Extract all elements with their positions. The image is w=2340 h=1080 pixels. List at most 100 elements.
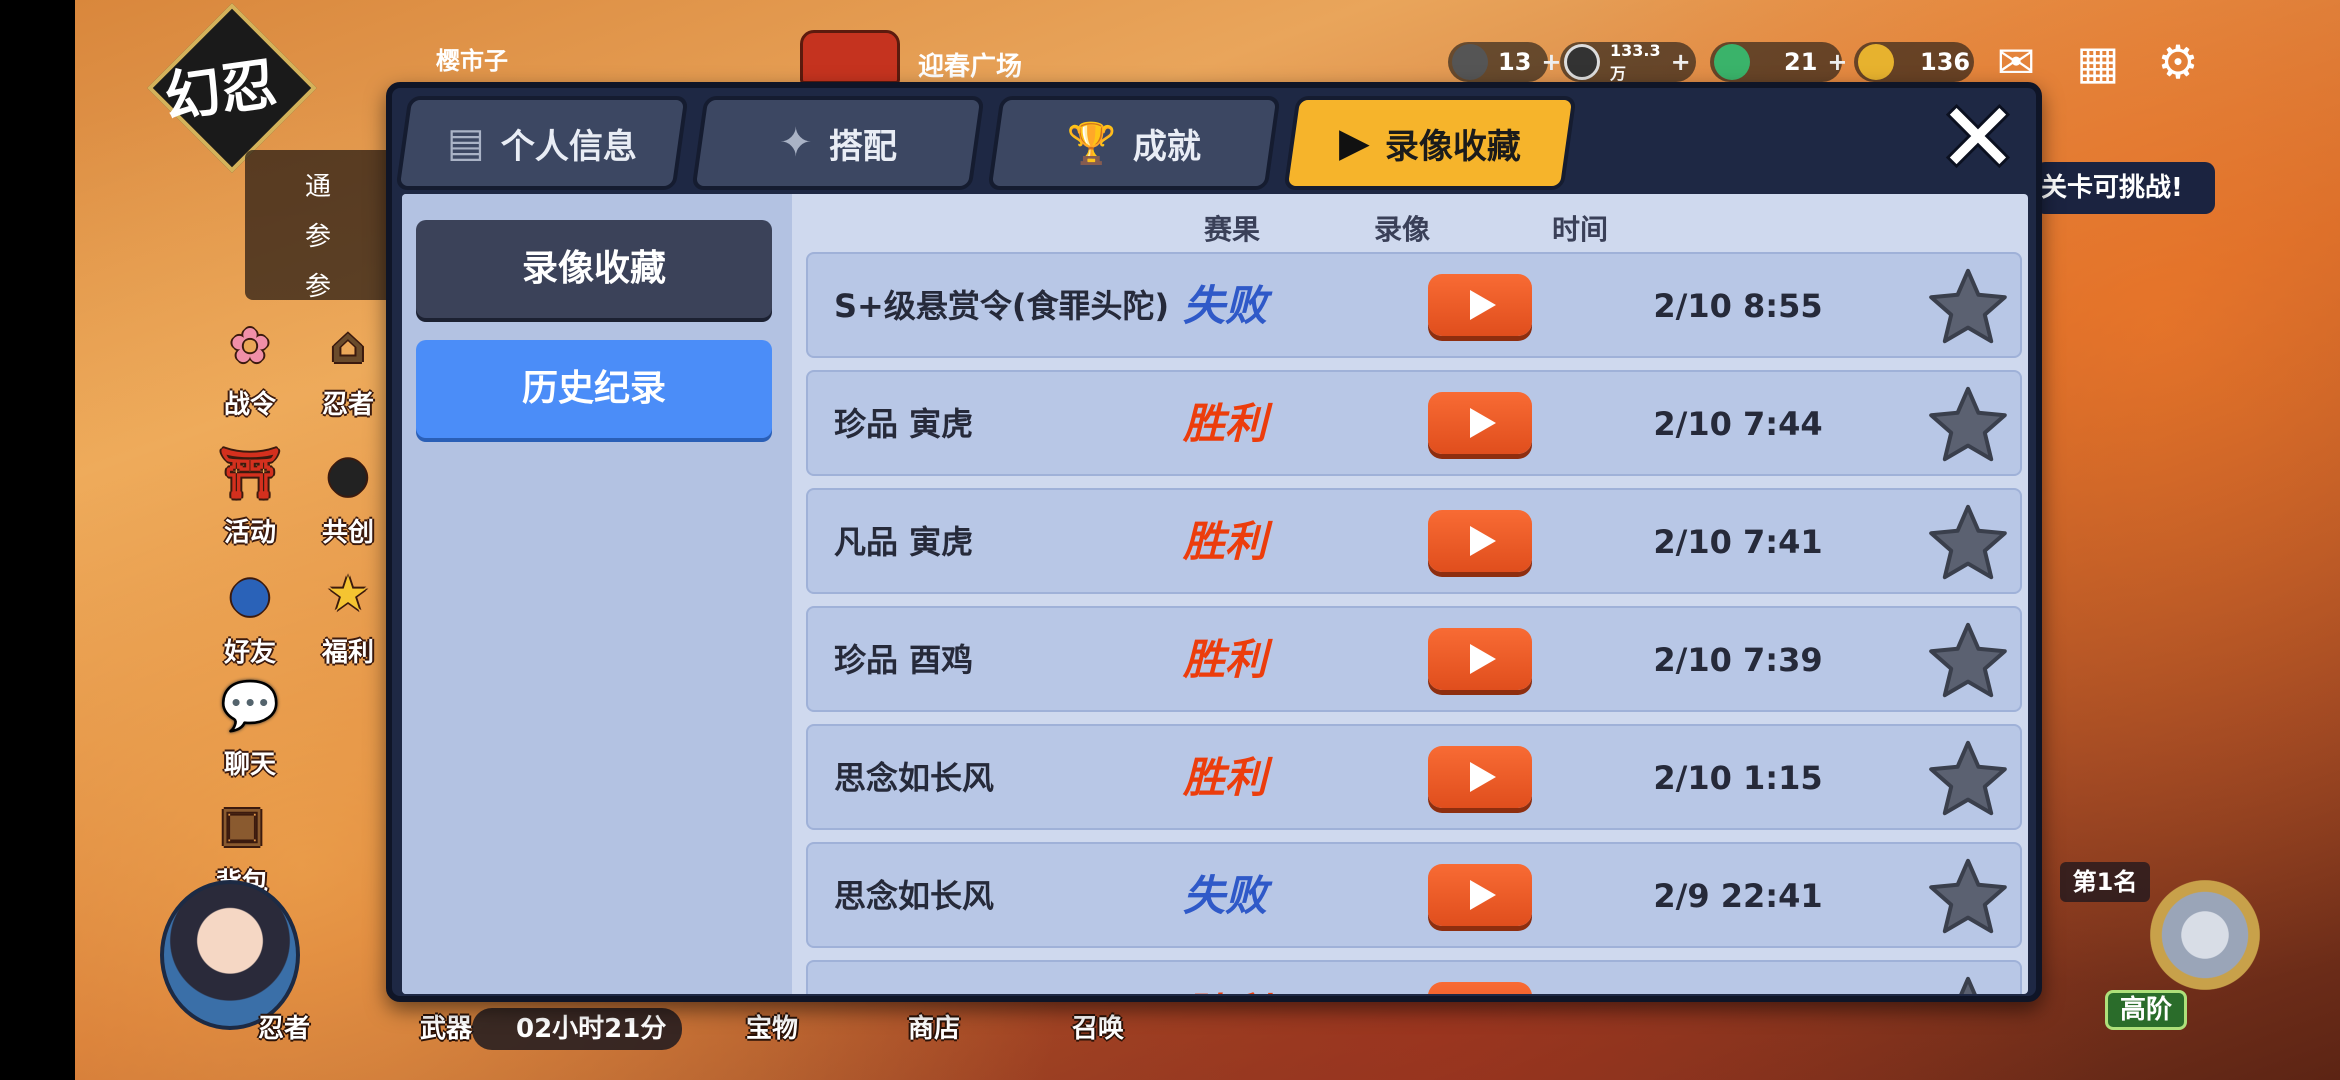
tab-label: 成就 — [1132, 126, 1201, 167]
menu-label: 好友 — [223, 638, 276, 668]
menu-label: 聊天 — [223, 750, 276, 780]
table-row: 珍品 酉鸡 胜利 2/10 7:39 — [806, 606, 2022, 712]
favorite-star-icon[interactable] — [1928, 856, 2008, 936]
player-name: 樱市子 — [436, 36, 508, 80]
rank-emblem-icon[interactable] — [2150, 880, 2260, 990]
play-video-button[interactable] — [1428, 510, 1532, 572]
menu-co-create[interactable]: ● 共创 — [306, 440, 390, 549]
chat-bubble-icon: 💬 — [220, 678, 280, 734]
coin-icon — [1564, 44, 1600, 80]
bag-icon: ▣ — [219, 796, 265, 852]
favorite-star-icon[interactable] — [1928, 384, 2008, 464]
play-video-button[interactable] — [1428, 982, 1532, 994]
letterbox-left — [0, 0, 75, 1080]
play-icon — [1470, 290, 1496, 320]
settings-gear-icon[interactable]: ⚙ — [2150, 36, 2206, 88]
calendar-icon[interactable]: ▦ — [2070, 36, 2126, 88]
tab-profile[interactable]: ▤ 个人信息 — [395, 96, 689, 190]
favorite-star-icon[interactable] — [1928, 266, 2008, 346]
player-name-label: 樱市子 — [436, 46, 508, 75]
menu-friends[interactable]: ● 好友 — [200, 560, 300, 669]
table-row: 胜利 — [806, 960, 2022, 994]
column-time: 时间 — [1552, 213, 1609, 246]
shuriken-icon: ✦ — [779, 120, 813, 166]
bottom-label-weapon[interactable]: 武器 — [420, 1008, 472, 1045]
resource-coin-value: 133.3万 — [1610, 40, 1661, 83]
add-icon[interactable]: + — [1827, 48, 1847, 76]
menu-welfare[interactable]: ★ 福利 — [306, 560, 390, 669]
record-result: 失败 — [1183, 281, 1268, 330]
favorite-star-icon[interactable] — [1928, 502, 2008, 582]
record-time: 2/9 22:41 — [1653, 877, 1823, 915]
sub-nav-history[interactable]: 历史纪录 — [416, 340, 772, 438]
sub-nav-favorites[interactable]: 录像收藏 — [416, 220, 772, 318]
trophy-icon: 🏆 — [1067, 120, 1117, 167]
record-name: 珍品 寅虎 — [834, 405, 974, 443]
tab-loadout[interactable]: ✦ 搭配 — [691, 96, 985, 190]
bottom-label-treasure[interactable]: 宝物 — [746, 1008, 798, 1045]
challenge-banner[interactable]: 关卡可挑战! — [2035, 162, 2215, 214]
menu-battle-pass[interactable]: ✿ 战令 — [200, 312, 300, 421]
record-result: 胜利 — [1183, 635, 1268, 684]
record-name: 思念如长风 — [834, 759, 995, 797]
game-logo: 幻忍 — [147, 3, 320, 173]
menu-label: 活动 — [223, 518, 276, 548]
bottom-label-summon[interactable]: 召唤 — [1072, 1008, 1124, 1045]
timer-pill: 02小时21分 — [472, 1008, 682, 1050]
menu-label: 战令 — [223, 390, 276, 420]
record-name: 珍品 酉鸡 — [834, 641, 974, 679]
id-card-icon: ▤ — [447, 120, 485, 166]
record-result: 胜利 — [1183, 517, 1268, 566]
mail-icon[interactable]: ✉ — [1988, 36, 2044, 88]
play-video-button[interactable] — [1428, 628, 1532, 690]
play-video-button[interactable] — [1428, 274, 1532, 336]
event-label: 迎春广场 — [918, 52, 1023, 82]
table-row: 思念如长风 胜利 2/10 1:15 — [806, 724, 2022, 830]
torii-gate-icon: ⛩ — [219, 446, 281, 502]
resource-gold-magatama[interactable]: 136 — [1854, 42, 1974, 82]
menu-label: 共创 — [321, 518, 374, 548]
tab-video-favorites[interactable]: ▶ 录像收藏 — [1283, 96, 1577, 190]
record-time: 2/10 7:44 — [1653, 405, 1823, 443]
play-video-button[interactable] — [1428, 864, 1532, 926]
menu-label: 福利 — [321, 638, 374, 668]
event-banner[interactable]: 迎春广场 — [800, 30, 1080, 86]
record-result: 胜利 — [1183, 753, 1268, 802]
green-magatama-icon — [1714, 44, 1750, 80]
record-result: 失败 — [1183, 871, 1268, 920]
modal-content: 录像收藏 历史纪录 赛果 录像 时间 S+级悬赏令(食罪头陀) 失败 2/10 8:… — [402, 194, 2028, 994]
add-icon[interactable]: + — [1541, 48, 1561, 76]
house-icon: ⌂ — [330, 318, 366, 374]
tier-badge: 高阶 — [2105, 990, 2187, 1030]
resource-coin[interactable]: 133.3万 + — [1560, 40, 1696, 83]
resource-scroll[interactable]: 13 + — [1448, 42, 1562, 82]
play-icon — [1470, 526, 1496, 556]
favorite-star-icon[interactable] — [1928, 738, 2008, 818]
play-icon — [1470, 762, 1496, 792]
table-row: 凡品 寅虎 胜利 2/10 7:41 — [806, 488, 2022, 594]
menu-activity[interactable]: ⛩ 活动 — [200, 440, 300, 549]
resource-gold-value: 136 — [1920, 48, 1971, 76]
close-icon[interactable]: ✕ — [1932, 90, 2024, 186]
menu-ninja-house[interactable]: ⌂ 忍者 — [306, 312, 390, 421]
record-time: 2/10 1:15 — [1653, 759, 1823, 797]
play-video-button[interactable] — [1428, 746, 1532, 808]
favorite-star-icon[interactable] — [1928, 620, 2008, 700]
menu-chat[interactable]: 💬 聊天 — [200, 672, 300, 781]
resource-green-magatama[interactable]: 21 + — [1710, 42, 1848, 82]
favorite-star-icon[interactable] — [1928, 974, 2008, 994]
timer-text: 02小时21分 — [516, 1014, 667, 1044]
record-time: 2/10 8:55 — [1653, 287, 1823, 325]
logo-text: 幻忍 — [160, 50, 281, 132]
tab-label: 搭配 — [828, 126, 897, 167]
quest-tracker[interactable]: 通 参 参 — [245, 150, 405, 302]
play-video-button[interactable] — [1428, 392, 1532, 454]
play-icon: ▶ — [1338, 120, 1370, 166]
bottom-label-shop[interactable]: 商店 — [908, 1008, 960, 1045]
record-time: 2/10 7:41 — [1653, 523, 1823, 561]
add-icon[interactable]: + — [1671, 48, 1691, 76]
record-name: S+级悬赏令(食罪头陀) — [834, 287, 1170, 325]
bottom-label-ninja[interactable]: 忍者 — [258, 1008, 310, 1045]
record-name: 凡品 寅虎 — [834, 523, 974, 561]
tab-achievements[interactable]: 🏆 成就 — [987, 96, 1281, 190]
